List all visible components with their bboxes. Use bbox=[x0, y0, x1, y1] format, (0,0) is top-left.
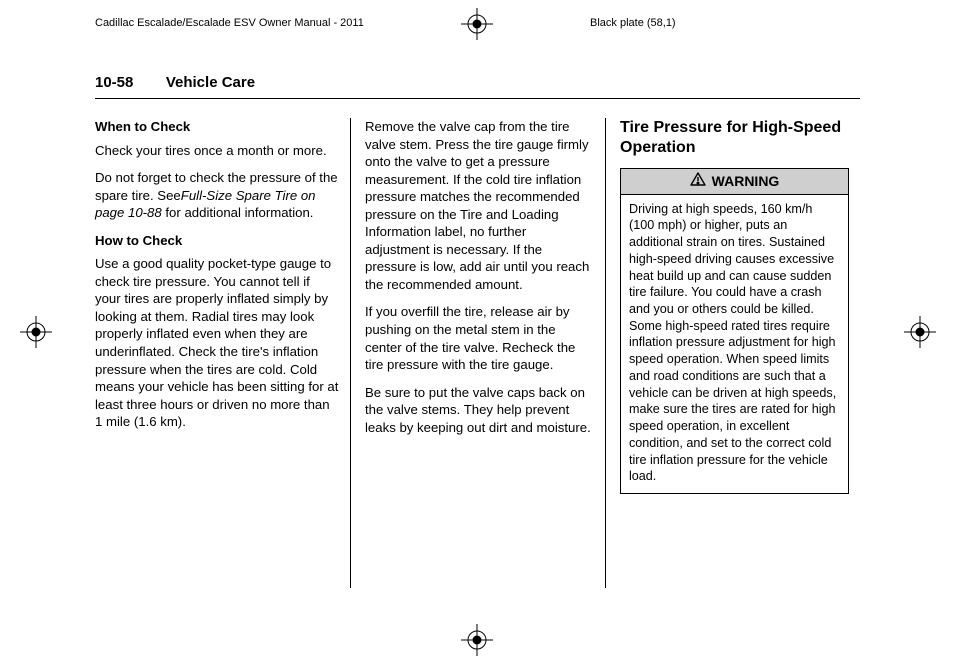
column-1: When to Check Check your tires once a mo… bbox=[95, 118, 350, 588]
column-2: Remove the valve cap from the tire valve… bbox=[350, 118, 605, 588]
page-number: 10-58 bbox=[95, 74, 133, 91]
body-text: Do not forget to check the pressure of t… bbox=[95, 169, 339, 222]
warning-body: Driving at high speeds, 160 km/h (100 mp… bbox=[621, 195, 848, 493]
registration-mark-icon bbox=[20, 316, 52, 348]
page: Cadillac Escalade/Escalade ESV Owner Man… bbox=[0, 0, 954, 668]
warning-box: WARNING Driving at high speeds, 160 km/h… bbox=[620, 168, 849, 494]
body-text: Check your tires once a month or more. bbox=[95, 142, 339, 160]
subheading-when-to-check: When to Check bbox=[95, 118, 339, 136]
subheading-how-to-check: How to Check bbox=[95, 232, 339, 250]
body-text: If you overfill the tire, release air by… bbox=[365, 303, 594, 373]
body-text: Remove the valve cap from the tire valve… bbox=[365, 118, 594, 293]
body-text: Use a good quality pocket-type gauge to … bbox=[95, 255, 339, 430]
header-left-text: Cadillac Escalade/Escalade ESV Owner Man… bbox=[95, 17, 364, 29]
column-3: Tire Pressure for High-Speed Operation W… bbox=[605, 118, 860, 588]
body-text-fragment: for additional information. bbox=[162, 205, 314, 220]
heading-tire-pressure-high-speed: Tire Pressure for High-Speed Operation bbox=[620, 118, 849, 158]
body-text: Be sure to put the valve caps back on th… bbox=[365, 384, 594, 437]
section-title: Vehicle Care bbox=[166, 74, 255, 91]
registration-mark-icon bbox=[461, 8, 493, 40]
registration-mark-icon bbox=[461, 624, 493, 656]
warning-label: WARNING bbox=[712, 172, 780, 191]
section-header: 10-58 Vehicle Care bbox=[95, 74, 860, 99]
header-right-text: Black plate (58,1) bbox=[590, 17, 676, 29]
registration-mark-icon bbox=[904, 316, 936, 348]
content-columns: When to Check Check your tires once a mo… bbox=[95, 118, 860, 588]
warning-triangle-icon bbox=[690, 172, 706, 191]
warning-header: WARNING bbox=[621, 169, 848, 195]
